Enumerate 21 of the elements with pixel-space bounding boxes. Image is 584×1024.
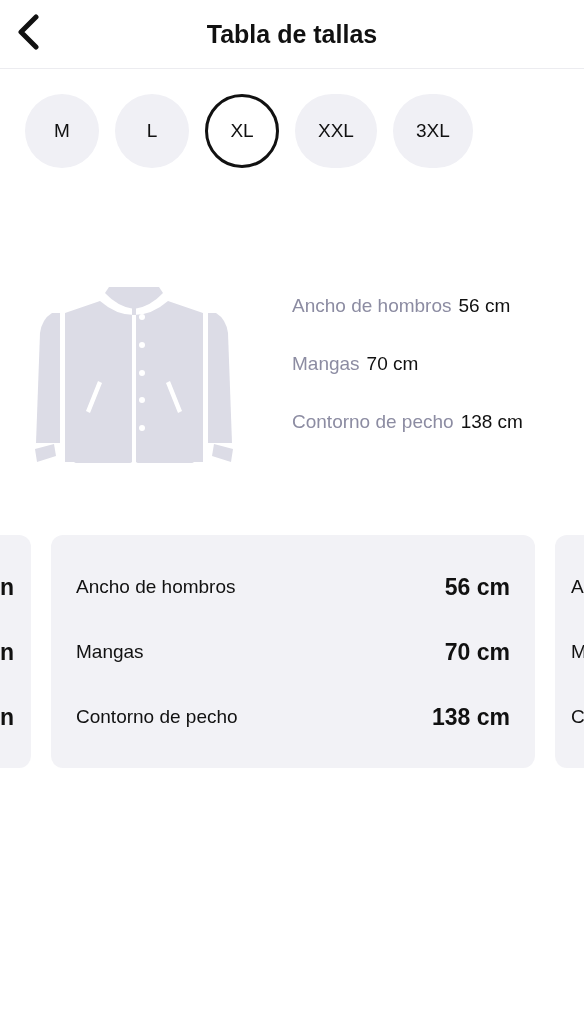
measurement-text: Contorno de pecho 138 cm xyxy=(292,411,523,433)
measurement-label: C xyxy=(571,705,584,728)
measurement-value: 56 cm xyxy=(444,575,510,598)
size-chip[interactable]: L xyxy=(115,94,189,168)
measurement-text: Ancho de hombros 56 cm xyxy=(292,295,512,317)
page-title: Tabla de tallas xyxy=(206,19,378,49)
measurement-label: A xyxy=(571,575,584,598)
measurement-value: n xyxy=(0,640,14,663)
measurement-value: n xyxy=(0,575,14,598)
size-chip[interactable]: XL xyxy=(205,94,279,168)
size-chip[interactable]: 3XL xyxy=(392,94,473,168)
measurement-label: Contorno de pecho xyxy=(76,705,238,728)
measurement-text: Mangas 70 cm xyxy=(292,353,420,375)
measurement-label: Mangas xyxy=(76,640,144,663)
measurement-value: 138 cm xyxy=(432,705,510,728)
measurement-value: n xyxy=(0,705,14,728)
size-chip[interactable]: XXL xyxy=(295,94,377,168)
measurement-value: 70 cm xyxy=(444,640,510,663)
measurement-label: Ancho de hombros xyxy=(76,575,236,598)
size-chip[interactable]: M xyxy=(25,94,99,168)
back-icon xyxy=(16,14,40,50)
